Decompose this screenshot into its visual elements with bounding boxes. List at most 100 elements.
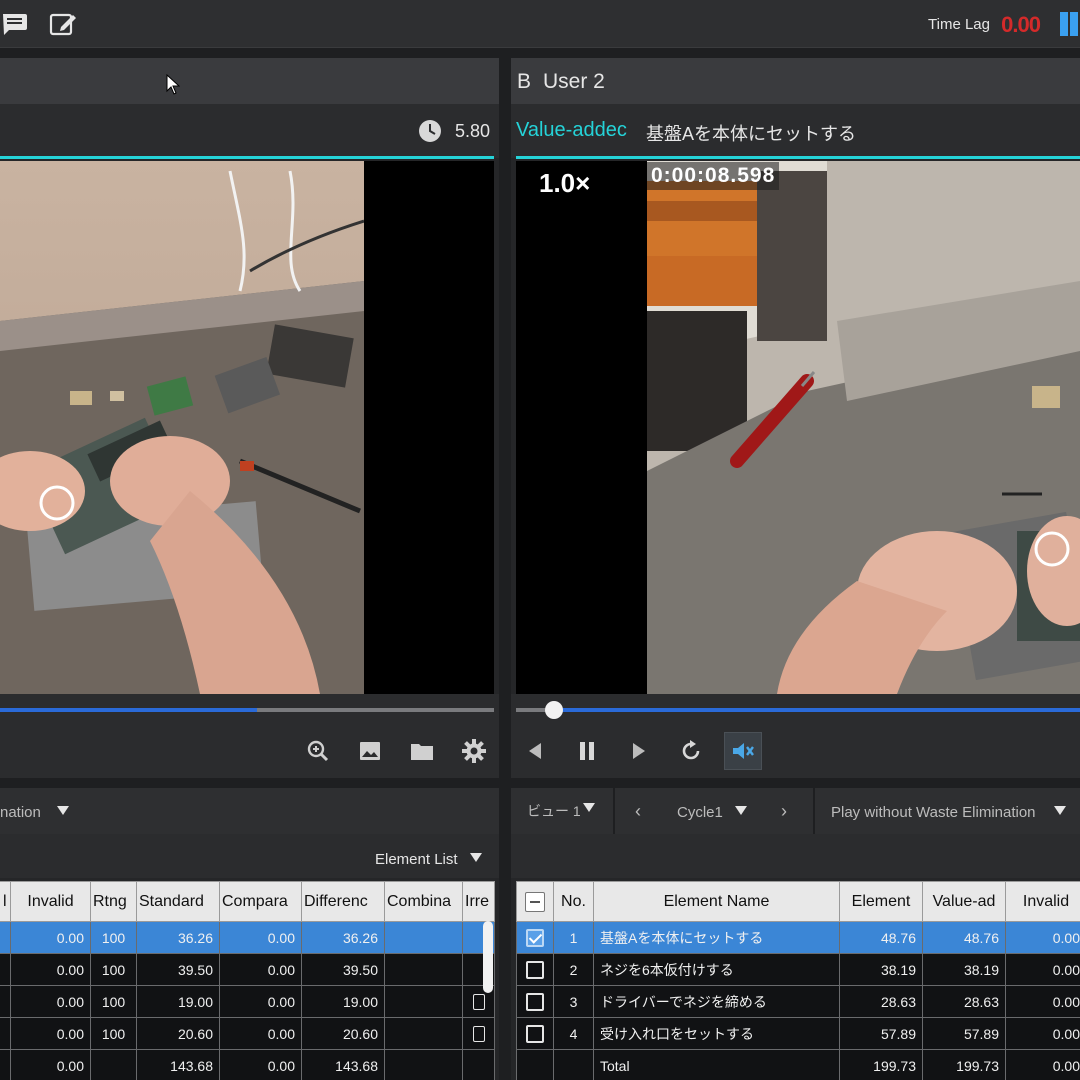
play-mode-dropdown[interactable]: Play without Waste Elimination	[831, 804, 1036, 821]
select-all-checkbox[interactable]	[525, 891, 545, 912]
cell-element-name: 受け入れ口をセットする	[593, 1017, 840, 1050]
table-row[interactable]: 0.00 100 39.50 0.00 39.50	[0, 953, 495, 986]
data-table-a: l Invalid Rtng Standard Compara Differen…	[0, 881, 495, 1080]
cell-rtng: 100	[90, 953, 137, 986]
cell-element-name: ドライバーでネジを締める	[593, 985, 840, 1018]
data-table-b: No. Element Name Element Value-ad Invali…	[516, 881, 1080, 1080]
chevron-down-icon[interactable]	[1054, 806, 1066, 815]
zoom-in-icon[interactable]	[301, 734, 335, 768]
panel-b-header: B User 2	[511, 58, 1080, 104]
cell-standard: 20.60	[136, 1017, 220, 1050]
next-icon[interactable]	[622, 734, 656, 768]
chevron-down-icon[interactable]	[470, 853, 482, 862]
row-checkbox[interactable]	[526, 1024, 544, 1043]
element-label: 基盤Aを本体にセットする	[646, 124, 857, 144]
cell-compara: 0.00	[219, 953, 302, 986]
cycle-next-button[interactable]: ›	[781, 801, 787, 822]
view-dropdown[interactable]: ビュー 1	[527, 801, 581, 821]
row-checkbox[interactable]	[526, 992, 544, 1011]
row-checkbox[interactable]	[472, 1026, 485, 1043]
column-header[interactable]: No.	[553, 881, 594, 922]
play-mode-dropdown[interactable]: nation	[0, 804, 41, 821]
row-checkbox[interactable]	[472, 994, 485, 1011]
select-all-header[interactable]	[516, 881, 554, 922]
column-header[interactable]: Value-ad	[922, 881, 1006, 922]
mouse-cursor-icon	[166, 74, 180, 95]
cycle-dropdown[interactable]: Cycle1	[677, 804, 723, 821]
column-header[interactable]: Invalid	[1005, 881, 1080, 922]
table-row[interactable]: 1 基盤Aを本体にセットする 48.76 48.76 0.00	[516, 921, 1080, 954]
cell-diff: 19.00	[301, 985, 385, 1018]
cell-rtng: 100	[90, 985, 137, 1018]
edit-icon[interactable]	[49, 10, 79, 38]
list-bar-b	[511, 834, 1080, 878]
comment-icon[interactable]	[0, 10, 30, 38]
cell-no: 2	[553, 953, 594, 986]
column-header[interactable]: Element Name	[593, 881, 840, 922]
cell-invalid: 0.00	[10, 953, 91, 986]
cycle-prev-button[interactable]: ‹	[635, 801, 641, 822]
total-invalid: 0.00	[10, 1049, 91, 1080]
panel-b-subheader: Value-addec 基盤Aを本体にセットする	[511, 104, 1080, 158]
column-header[interactable]: Element	[839, 881, 923, 922]
divider	[613, 788, 615, 834]
column-header[interactable]: l	[0, 881, 11, 922]
total-compara: 0.00	[219, 1049, 302, 1080]
seek-handle[interactable]	[545, 701, 563, 719]
table-row[interactable]: 4 受け入れ口をセットする 57.89 57.89 0.00	[516, 1017, 1080, 1050]
pause-icon[interactable]	[570, 734, 604, 768]
table-row[interactable]: 0.00 100 36.26 0.00 36.26	[0, 921, 495, 954]
chevron-down-icon[interactable]	[583, 803, 595, 812]
cell-no: 1	[553, 921, 594, 954]
total-row: 0.00 143.68 0.00 143.68	[0, 1049, 495, 1080]
scrollbar-thumb[interactable]	[483, 921, 493, 993]
table-row[interactable]: 0.00 100 19.00 0.00 19.00	[0, 985, 495, 1018]
table-row[interactable]: 2 ネジを6本仮付けする 38.19 38.19 0.00	[516, 953, 1080, 986]
mute-icon[interactable]	[724, 732, 762, 770]
column-header[interactable]: Compara	[219, 881, 302, 922]
video-timestamp: 0:00:08.598	[647, 162, 780, 190]
column-header[interactable]: Combina	[384, 881, 463, 922]
column-header[interactable]: Invalid	[10, 881, 91, 922]
cell-compara: 0.00	[219, 1017, 302, 1050]
cell-value-added: 57.89	[922, 1017, 1006, 1050]
gear-icon[interactable]	[457, 734, 491, 768]
element-list-dropdown[interactable]: Element List	[375, 851, 458, 868]
cell-invalid: 0.00	[1005, 985, 1080, 1018]
accent-line	[0, 156, 494, 159]
seek-bar-b[interactable]	[516, 708, 1080, 712]
table-row[interactable]: 0.00 100 20.60 0.00 20.60	[0, 1017, 495, 1050]
column-header[interactable]: Rtng	[90, 881, 137, 922]
row-checkbox[interactable]	[526, 928, 544, 947]
cell-compara: 0.00	[219, 985, 302, 1018]
replay-icon[interactable]	[674, 734, 708, 768]
column-header[interactable]: Differenc	[301, 881, 385, 922]
filter-bar-a: nation	[0, 788, 499, 834]
cell-diff: 39.50	[301, 953, 385, 986]
table-row[interactable]: 3 ドライバーでネジを締める 28.63 28.63 0.00	[516, 985, 1080, 1018]
chevron-down-icon[interactable]	[735, 806, 747, 815]
column-header[interactable]: Standard	[136, 881, 220, 922]
image-icon[interactable]	[353, 734, 387, 768]
row-checkbox[interactable]	[526, 960, 544, 979]
video-frame-b[interactable]	[647, 161, 1080, 694]
video-frame-a[interactable]	[0, 161, 364, 694]
clock-icon	[419, 120, 441, 142]
cell-rtng: 100	[90, 921, 137, 954]
total-standard: 143.68	[136, 1049, 220, 1080]
layout-icon[interactable]	[1058, 10, 1080, 38]
chevron-down-icon[interactable]	[57, 806, 69, 815]
panel-b-user: User 2	[543, 70, 605, 93]
cell-value-added: 28.63	[922, 985, 1006, 1018]
cell-element-name: 基盤Aを本体にセットする	[593, 921, 840, 954]
folder-icon[interactable]	[405, 734, 439, 768]
cell-element: 28.63	[839, 985, 923, 1018]
panel-a-subheader: 5.80	[0, 104, 499, 158]
list-bar-a: Element List	[0, 834, 499, 878]
cell-value-added: 38.19	[922, 953, 1006, 986]
column-header[interactable]: Irre	[462, 881, 495, 922]
video-panel-b: B User 2 Value-addec 基盤Aを本体にセットする 1.0× 0…	[511, 58, 1080, 778]
prev-icon[interactable]	[518, 734, 552, 768]
seek-progress-a	[0, 708, 257, 712]
total-diff: 143.68	[301, 1049, 385, 1080]
